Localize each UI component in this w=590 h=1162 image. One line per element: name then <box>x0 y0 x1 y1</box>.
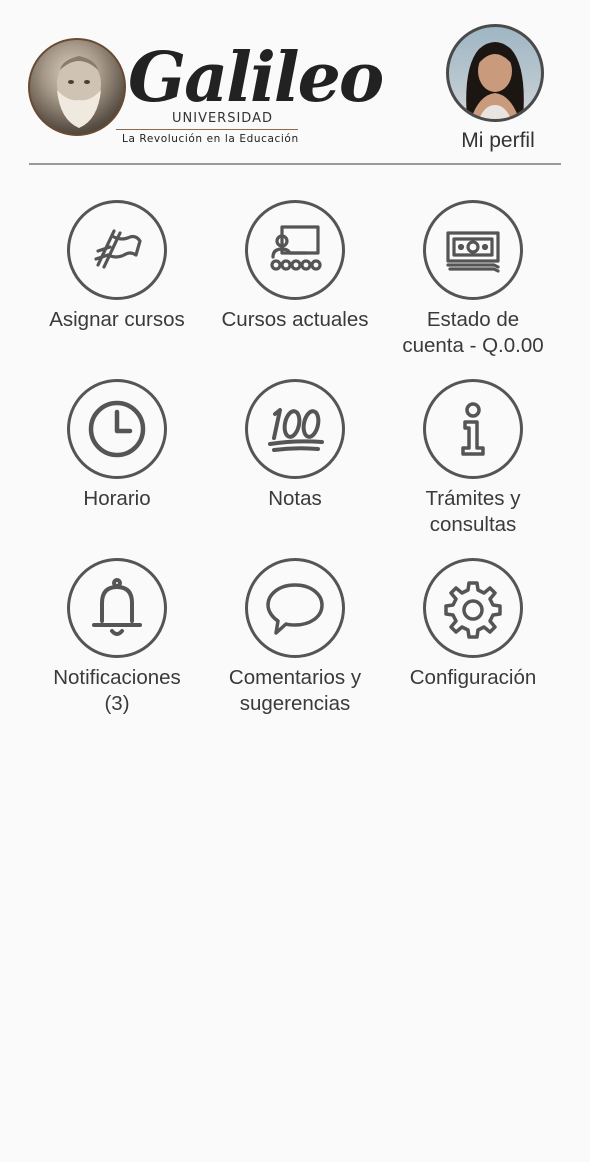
menu-item-notas[interactable]: Notas <box>206 379 384 512</box>
hundred-points-icon <box>268 408 324 452</box>
galileo-bust-image <box>28 38 126 136</box>
info-icon <box>461 402 485 456</box>
clock-icon <box>88 400 146 458</box>
menu-item-cursos-actuales[interactable]: Cursos actuales <box>206 200 384 333</box>
avatar[interactable] <box>446 24 544 122</box>
gear-icon <box>444 581 502 639</box>
header-divider <box>29 163 561 165</box>
menu-item-label: Trámites y consultas <box>425 487 521 536</box>
bell-icon <box>92 578 142 636</box>
home-screen: Galileo UNIVERSIDAD La Revolución en la … <box>0 0 590 1162</box>
logo-wordmark: Galileo <box>128 38 384 118</box>
logo-underline <box>116 129 298 130</box>
menu-item-horario[interactable]: Horario <box>28 379 206 512</box>
menu-item-label: Configuración <box>409 666 537 689</box>
profile-button[interactable]: Mi perfil <box>440 24 556 156</box>
menu-item-label: Estado de cuenta - Q.0.00 <box>402 308 544 357</box>
galileo-logo: Galileo UNIVERSIDAD La Revolución en la … <box>28 38 384 148</box>
menu-item-asignar-cursos[interactable]: Asignar cursos <box>28 200 206 333</box>
menu-item-label: Notas <box>268 487 322 510</box>
menu-item-label: Cursos actuales <box>221 308 369 331</box>
logo-subtitle: UNIVERSIDAD <box>172 111 273 126</box>
menu-item-comentarios-y-sugerencias[interactable]: Comentarios y sugerencias <box>206 558 384 717</box>
menu-item-label: Notificaciones (3) <box>53 666 181 715</box>
menu-item-label: Comentarios y sugerencias <box>228 666 362 715</box>
logo-tagline: La Revolución en la Educación <box>122 133 299 145</box>
classroom-icon <box>270 225 322 271</box>
app-header: Galileo UNIVERSIDAD La Revolución en la … <box>0 0 590 164</box>
flag-icon <box>94 229 142 269</box>
menu-item-label: Horario <box>83 487 151 510</box>
banknote-icon <box>446 231 500 273</box>
menu-item-label: Asignar cursos <box>49 308 185 331</box>
menu-item-tramites-y-consultas[interactable]: Trámites y consultas <box>384 379 562 538</box>
menu-item-estado-de-cuenta[interactable]: Estado de cuenta - Q.0.00 <box>384 200 562 359</box>
profile-label: Mi perfil <box>461 129 535 152</box>
menu-item-notificaciones[interactable]: Notificaciones (3) <box>28 558 206 717</box>
speech-bubble-icon <box>266 583 324 635</box>
menu-item-configuracion[interactable]: Configuración <box>384 558 562 691</box>
